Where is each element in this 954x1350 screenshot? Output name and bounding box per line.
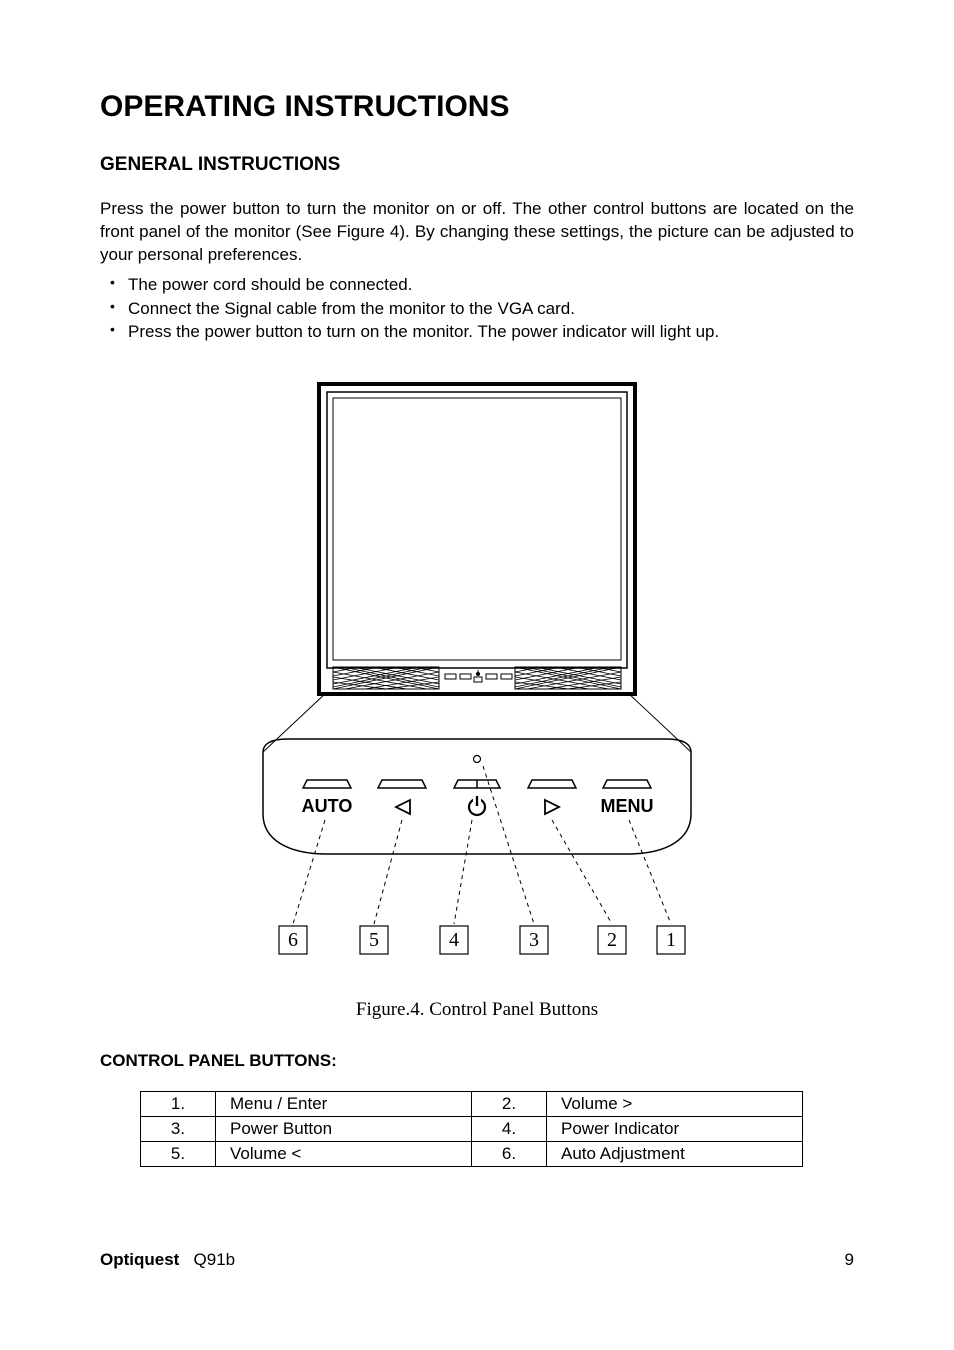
control-panel-table: 1. Menu / Enter 2. Volume > 3. Power But…: [140, 1091, 803, 1167]
cell-label: Power Button: [216, 1117, 472, 1142]
cell-label: Volume <: [216, 1142, 472, 1167]
svg-text:4: 4: [449, 929, 459, 951]
table-row: 1. Menu / Enter 2. Volume >: [141, 1092, 803, 1117]
page-title: OPERATING INSTRUCTIONS: [100, 90, 854, 124]
bullet-item: Connect the Signal cable from the monito…: [100, 297, 854, 321]
svg-text:2: 2: [607, 929, 617, 951]
svg-text:AUTO: AUTO: [302, 796, 353, 816]
monitor-diagram: AUTO MENU 6: [247, 374, 707, 974]
figure-caption: Figure.4. Control Panel Buttons: [100, 999, 854, 1021]
general-heading: GENERAL INSTRUCTIONS: [100, 154, 854, 176]
footer-model: Q91b: [194, 1250, 236, 1269]
svg-text:1: 1: [666, 929, 676, 951]
panel-button-menu: MENU: [601, 780, 654, 816]
cell-num: 6.: [472, 1142, 547, 1167]
svg-text:MENU: MENU: [601, 796, 654, 816]
bullet-item: Press the power button to turn on the mo…: [100, 320, 854, 344]
page-number: 9: [845, 1250, 854, 1270]
svg-text:5: 5: [369, 929, 379, 951]
cell-label: Power Indicator: [547, 1117, 803, 1142]
bullet-list: The power cord should be connected. Conn…: [100, 273, 854, 344]
page-footer: Optiquest Q91b 9: [100, 1250, 854, 1270]
intro-paragraph: Press the power button to turn the monit…: [100, 198, 854, 267]
panel-button-right: [528, 780, 576, 814]
footer-brand: Optiquest: [100, 1250, 179, 1269]
figure-container: AUTO MENU 6: [100, 374, 854, 1021]
cell-num: 1.: [141, 1092, 216, 1117]
cell-label: Auto Adjustment: [547, 1142, 803, 1167]
cell-num: 4.: [472, 1117, 547, 1142]
svg-text:6: 6: [288, 929, 298, 951]
table-row: 3. Power Button 4. Power Indicator: [141, 1117, 803, 1142]
control-panel-heading: CONTROL PANEL BUTTONS:: [100, 1051, 854, 1071]
panel-button-left: [378, 780, 426, 814]
table-row: 5. Volume < 6. Auto Adjustment: [141, 1142, 803, 1167]
cell-label: Menu / Enter: [216, 1092, 472, 1117]
bullet-item: The power cord should be connected.: [100, 273, 854, 297]
cell-num: 3.: [141, 1117, 216, 1142]
svg-text:3: 3: [529, 929, 539, 951]
cell-num: 5.: [141, 1142, 216, 1167]
cell-label: Volume >: [547, 1092, 803, 1117]
panel-button-auto: AUTO: [302, 780, 353, 816]
cell-num: 2.: [472, 1092, 547, 1117]
